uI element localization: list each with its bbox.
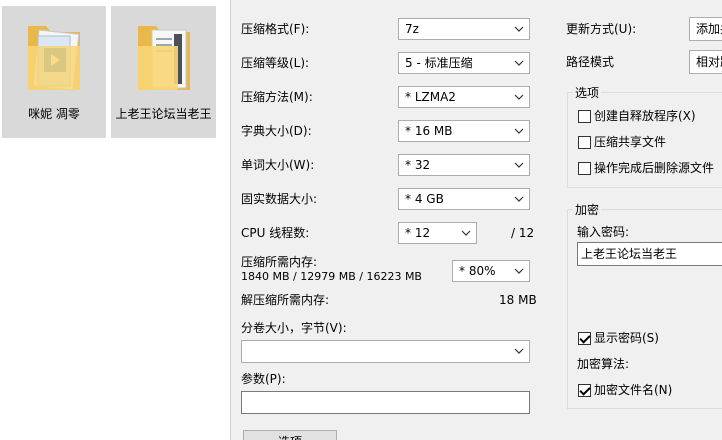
desktop: 咪妮 凋零 上老王论坛当老王 [0,0,230,440]
chevron-down-icon [514,24,524,34]
mem-value: * 80% [459,264,496,278]
level-value: 5 - 标准压缩 [405,56,473,70]
options-button[interactable]: 选项 [243,430,337,440]
file-item-1[interactable]: 咪妮 凋零 [2,6,106,138]
method-value: * LZMA2 [405,90,456,104]
split-select[interactable] [241,340,530,363]
split-label: 分卷大小，字节(V): [241,321,347,335]
update-label: 更新方式(U): [566,22,637,36]
method-label: 压缩方法(M): [241,90,313,104]
params-label: 参数(P): [241,372,286,386]
delete-checkbox[interactable]: 操作完成后删除源文件 [578,160,714,176]
update-select[interactable]: 添加并 [689,17,722,41]
sfx-checkbox[interactable]: 创建自释放程序(X) [578,108,696,124]
folder-video-icon [24,12,84,96]
params-input[interactable] [241,391,530,414]
word-select[interactable]: * 32 [398,154,530,176]
level-label: 压缩等级(L): [241,56,310,70]
word-value: * 32 [405,158,431,172]
format-label: 压缩格式(F): [241,22,310,36]
solid-select[interactable]: * 4 GB [398,188,530,210]
dict-value: * 16 MB [405,124,453,138]
cpu-max: / 12 [511,226,535,240]
file-item-2[interactable]: 上老王论坛当老王 [111,6,216,138]
mem-select[interactable]: * 80% [452,260,530,282]
show-password-checkbox[interactable]: 显示密码(S) [578,330,659,346]
shared-checkbox[interactable]: 压缩共享文件 [578,134,666,150]
mem-detail: 1840 MB / 12979 MB / 16223 MB [241,270,422,283]
chevron-down-icon [514,266,524,276]
decomp-label: 解压缩所需内存: [241,293,330,307]
file-name: 上老王论坛当老王 [115,107,212,121]
chevron-down-icon [514,194,524,204]
dict-label: 字典大小(D): [241,124,312,138]
chevron-down-icon [514,92,524,102]
path-label: 路径模式 [566,55,615,69]
path-select[interactable]: 相对路 [689,50,722,74]
solid-label: 固实数据大小: [241,192,318,206]
options-group-title: 选项 [573,85,602,101]
folder-document-icon [134,12,194,96]
decomp-value: 18 MB [499,293,537,307]
cpu-value: * 12 [405,226,431,240]
method-select[interactable]: * LZMA2 [398,86,530,108]
cpu-label: CPU 线程数: [241,226,310,240]
chevron-down-icon [461,228,471,238]
password-input[interactable]: 上老王论坛当老王 [577,242,722,266]
level-select[interactable]: 5 - 标准压缩 [398,52,530,74]
encryption-method-label: 加密算法: [577,357,630,371]
cpu-select[interactable]: * 12 [398,222,477,244]
encrypt-names-checkbox[interactable]: 加密文件名(N) [578,382,672,398]
solid-value: * 4 GB [405,192,444,206]
chevron-down-icon [514,126,524,136]
encryption-group-title: 加密 [573,202,602,218]
mem-label: 压缩所需内存: [241,255,318,269]
chevron-down-icon [514,346,524,356]
format-select[interactable]: 7z [398,18,530,40]
format-value: 7z [405,22,419,36]
add-to-archive-dialog: 压缩格式(F): 7z 压缩等级(L): 5 - 标准压缩 压缩方法(M): *… [230,0,722,440]
dict-select[interactable]: * 16 MB [398,120,530,142]
file-name: 咪妮 凋零 [28,107,80,121]
password-label: 输入密码: [577,225,630,239]
chevron-down-icon [514,58,524,68]
word-label: 单词大小(W): [241,158,315,172]
chevron-down-icon [514,160,524,170]
